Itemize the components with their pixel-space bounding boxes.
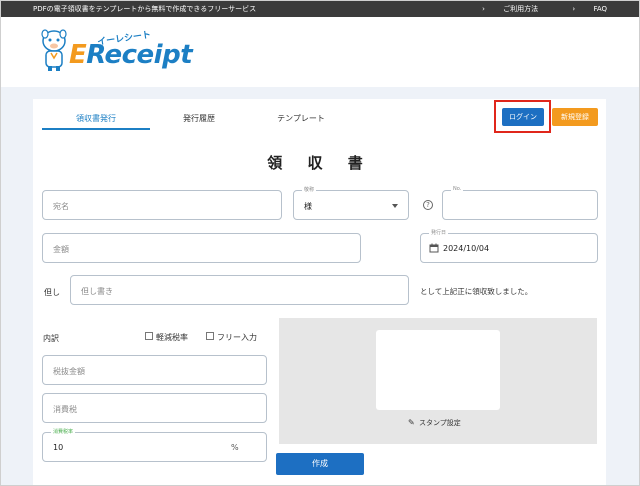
receipt-number-input[interactable]: No. — [442, 186, 598, 220]
site-header: イーレシート EReceipt — [1, 17, 639, 87]
issue-date-label: 発行日 — [429, 229, 449, 236]
create-button[interactable]: 作成 — [276, 453, 364, 475]
pre-tax-amount-placeholder: 税抜金額 — [53, 367, 85, 376]
chevron-down-icon — [392, 204, 398, 208]
consumption-tax-placeholder: 消費税 — [53, 405, 77, 414]
active-tab-indicator — [42, 128, 150, 130]
stamp-setting-label: スタンプ設定 — [419, 419, 461, 427]
honorific-label: 敬称 — [302, 186, 317, 193]
question-circle-icon[interactable]: ? — [423, 200, 433, 210]
tax-rate-unit: % — [231, 443, 239, 452]
top-nav: › ご利用方法 › FAQ — [450, 4, 607, 14]
issue-date-value: 2024/10/04 — [443, 244, 490, 253]
register-button[interactable]: 新規登録 — [552, 108, 598, 126]
logo-text: EReceipt — [69, 40, 193, 70]
received-text: として上記正に領収致しました。 — [420, 287, 533, 296]
addressee-placeholder: 宛名 — [53, 202, 69, 211]
proviso-input[interactable]: 但し書き — [70, 275, 409, 305]
stamp-setting-link[interactable]: ✎ スタンプ設定 — [408, 418, 461, 428]
nav-link-usage-label: ご利用方法 — [503, 5, 539, 13]
amount-placeholder: 金額 — [53, 245, 69, 254]
tab-templates[interactable]: テンプレート — [247, 113, 355, 124]
tax-rate-label: 消費税率 — [51, 428, 76, 435]
proviso-label: 但し — [44, 288, 60, 297]
receipt-number-label: No. — [451, 186, 464, 192]
nav-link-faq[interactable]: › FAQ — [556, 5, 607, 13]
chevron-right-icon: › — [482, 5, 485, 13]
free-input-checkbox[interactable] — [206, 332, 214, 340]
consumption-tax-input[interactable]: 消費税 — [42, 393, 267, 423]
issue-date-input[interactable]: 発行日 2024/10/04 — [420, 229, 598, 263]
logo-text-e: E — [69, 40, 87, 70]
tab-issue-receipt[interactable]: 領収書発行 — [42, 113, 150, 124]
page-title: 領 収 書 — [267, 154, 373, 172]
tagline: PDFの電子領収書をテンプレートから無料で作成できるフリーサービス — [33, 5, 257, 13]
pre-tax-amount-input[interactable]: 税抜金額 — [42, 355, 267, 385]
pencil-icon: ✎ — [408, 418, 415, 427]
breakdown-label: 内訳 — [43, 334, 59, 343]
tab-issue-history[interactable]: 発行履歴 — [145, 113, 253, 124]
top-bar: PDFの電子領収書をテンプレートから無料で作成できるフリーサービス › ご利用方… — [1, 1, 639, 17]
proviso-placeholder: 但し書き — [81, 287, 113, 296]
tax-rate-input[interactable]: 消費税率 10 % — [42, 428, 267, 462]
honorific-value: 様 — [304, 202, 312, 211]
addressee-input[interactable]: 宛名 — [42, 190, 282, 220]
reduced-tax-checkbox[interactable] — [145, 332, 153, 340]
login-button[interactable]: ログイン — [502, 108, 544, 126]
calendar-icon — [429, 243, 439, 253]
tax-rate-value: 10 — [53, 443, 64, 452]
logo[interactable]: イーレシート EReceipt — [37, 25, 193, 87]
free-input-label: フリー入力 — [217, 333, 257, 342]
mascot-logo-icon — [41, 29, 67, 71]
nav-link-usage[interactable]: › ご利用方法 — [466, 5, 540, 13]
nav-link-faq-label: FAQ — [593, 5, 607, 13]
honorific-select[interactable]: 敬称 様 — [293, 186, 409, 220]
stamp-preview — [376, 330, 500, 410]
amount-input[interactable]: 金額 — [42, 233, 361, 263]
reduced-tax-label: 軽減税率 — [156, 333, 188, 342]
chevron-right-icon: › — [572, 5, 576, 13]
logo-text-rest: Receipt — [86, 40, 193, 70]
